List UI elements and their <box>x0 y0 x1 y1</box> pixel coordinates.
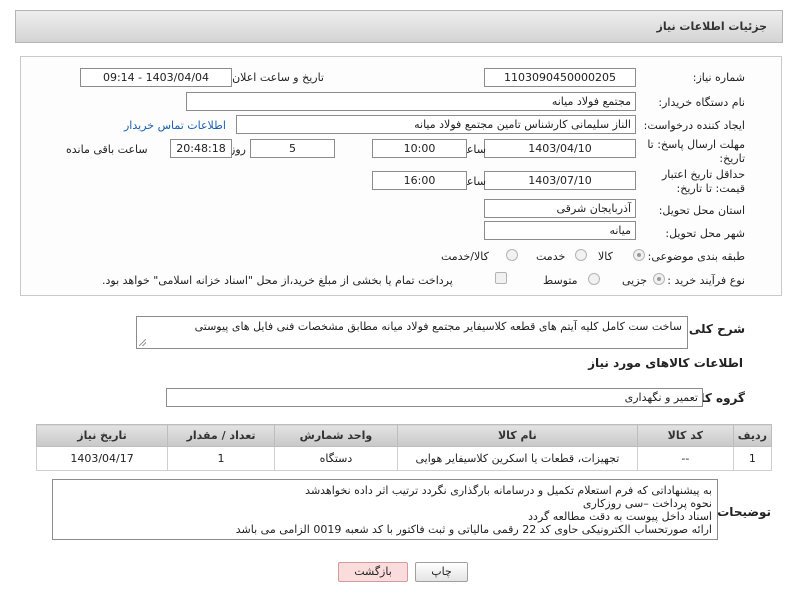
creator-label: ایجاد کننده درخواست: <box>643 119 745 132</box>
process-minor-label: جزیی <box>622 274 648 287</box>
need-number-field: 1103090450000205 <box>484 68 636 87</box>
remaining-days-field: 5 <box>250 139 335 158</box>
announce-datetime-field: 1403/04/04 - 09:14 <box>80 68 232 87</box>
print-button[interactable]: چاپ <box>415 562 468 582</box>
city-field: میانه <box>484 221 636 240</box>
buyer-contact-link[interactable]: اطلاعات تماس خریدار <box>124 119 226 132</box>
category-goods-service-radio[interactable] <box>506 249 518 261</box>
remaining-time-field: 20:48:18 <box>170 139 232 158</box>
price-validity-date-field: 1403/07/10 <box>484 171 636 190</box>
category-service-radio[interactable] <box>575 249 587 261</box>
process-type-label: نوع فرآیند خرید : <box>667 274 745 287</box>
buyer-note-line: نحوه پرداخت –سی روزکاری <box>582 497 712 510</box>
category-service-label: خدمت <box>536 250 566 263</box>
cell-need-date: 1403/04/17 <box>35 446 169 471</box>
col-unit: واحد شمارش <box>274 424 398 447</box>
cell-goods-name: تجهیزات، قطعات یا اسکرین کلاسیفایر هوایی <box>396 446 638 471</box>
buyer-note-line: اسناد داخل پیوست به دقت مطالعه گردد <box>528 510 712 523</box>
table-header-row: ردیف کد کالا نام کالا واحد شمارش تعداد /… <box>35 424 773 447</box>
buyer-org-field: مجتمع فولاد میانه <box>186 92 636 111</box>
col-quantity: تعداد / مقدار <box>167 424 276 447</box>
need-number-label: شماره نیاز: <box>692 71 745 84</box>
category-label: طبقه بندی موضوعی: <box>647 250 745 263</box>
goods-info-title: اطلاعات کالاهای مورد نیاز <box>588 356 743 370</box>
deadline-label: مهلت ارسال پاسخ: تا تاریخ: <box>647 138 745 165</box>
process-minor-radio[interactable] <box>653 273 665 285</box>
col-goods-code: کد کالا <box>636 424 734 447</box>
col-need-date: تاریخ نیاز <box>35 424 169 447</box>
process-medium-radio[interactable] <box>588 273 600 285</box>
price-validity-label: حداقل تاریخ اعتبار قیمت: تا تاریخ: <box>661 168 745 195</box>
page-title: جزئیات اطلاعات نیاز <box>656 20 768 33</box>
cell-quantity: 1 <box>167 446 276 471</box>
col-goods-name: نام کالا <box>396 424 638 447</box>
goods-group-field: تعمیر و نگهداری <box>166 388 703 407</box>
category-goods-label: کالا <box>598 250 613 263</box>
buyer-org-label: نام دستگاه خریدار: <box>658 96 745 109</box>
description-text: ساخت ست کامل کلیه آیتم های قطعه کلاسیفای… <box>194 320 682 333</box>
cell-goods-code: -- <box>636 446 734 471</box>
buyer-note-line: به پیشنهاداتی که فرم استعلام تکمیل و درس… <box>305 484 712 497</box>
cell-unit: دستگاه <box>274 446 398 471</box>
price-validity-time-field: 16:00 <box>372 171 467 190</box>
city-label: شهر محل تحویل: <box>665 227 745 240</box>
category-goods-radio[interactable] <box>633 249 645 261</box>
province-label: استان محل تحویل: <box>658 204 745 217</box>
deadline-time-field: 10:00 <box>372 139 467 158</box>
creator-field: الناز سلیمانی کارشناس تامین مجتمع فولاد … <box>236 115 636 134</box>
province-field: آذربایجان شرقی <box>484 199 636 218</box>
remaining-label: ساعت باقی مانده <box>66 143 148 156</box>
back-button[interactable]: بازگشت <box>338 562 408 582</box>
category-goods-service-label: کالا/خدمت <box>441 250 489 263</box>
treasury-payment-note: پرداخت تمام یا بخشی از مبلغ خرید،از محل … <box>102 274 453 287</box>
buyer-note-line: ارائه صورتحساب الکترونیکی حاوی کد 22 رقم… <box>235 523 712 536</box>
deadline-date-field: 1403/04/10 <box>484 139 636 158</box>
description-textarea[interactable]: ساخت ست کامل کلیه آیتم های قطعه کلاسیفای… <box>136 316 688 349</box>
col-row-number: ردیف <box>732 424 773 447</box>
buyer-notes-textarea[interactable]: به پیشنهاداتی که فرم استعلام تکمیل و درس… <box>52 479 718 540</box>
treasury-payment-checkbox[interactable] <box>495 272 507 284</box>
goods-table: ردیف کد کالا نام کالا واحد شمارش تعداد /… <box>35 424 773 471</box>
page-header: جزئیات اطلاعات نیاز <box>15 10 783 43</box>
table-row: 1 -- تجهیزات، قطعات یا اسکرین کلاسیفایر … <box>35 446 773 471</box>
cell-row-number: 1 <box>732 446 773 471</box>
process-medium-label: متوسط <box>543 274 578 287</box>
resize-grip-icon[interactable] <box>139 339 146 346</box>
